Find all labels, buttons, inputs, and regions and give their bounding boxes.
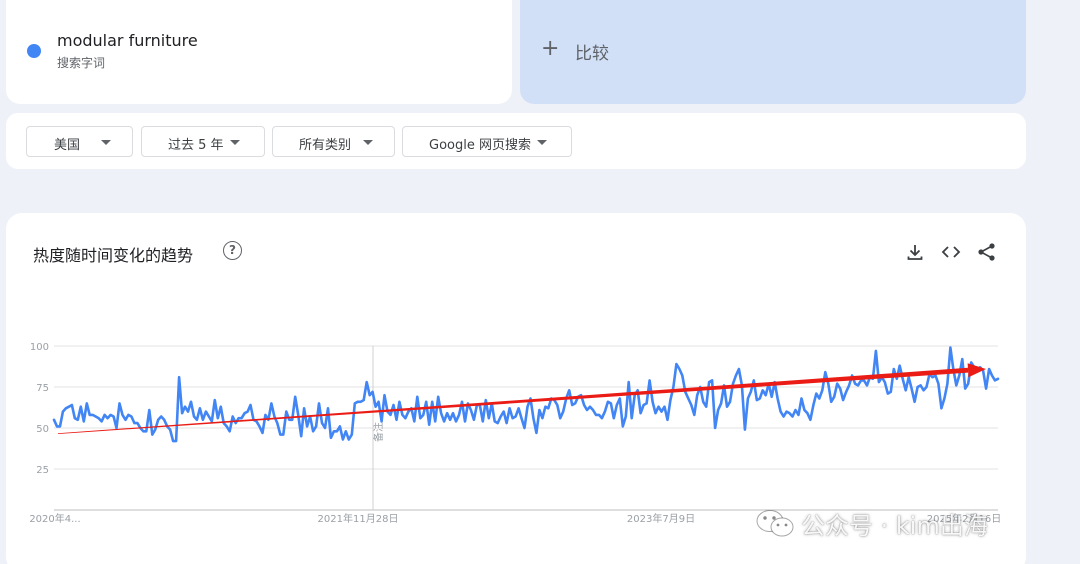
chart-grid: [54, 345, 998, 511]
series-line: [52, 346, 1000, 443]
x-tick-label: 2020年4...: [29, 512, 80, 525]
y-tick-label: 100: [30, 342, 49, 353]
y-tick-label: 50: [36, 424, 49, 435]
watermark: 公众号 · kim出海: [755, 503, 988, 543]
y-axis-ticks: 100 75 50 25: [30, 342, 49, 476]
watermark-text: 公众号 · kim出海: [801, 511, 988, 540]
y-tick-label: 25: [36, 465, 49, 476]
series-lines: [52, 346, 1000, 443]
x-tick-label: 2023年7月9日: [627, 512, 695, 525]
x-tick-label: 2021年11月28日: [318, 512, 399, 525]
trend-chart: 100 75 50 25 2020年4... 2021年11月28日 2023年7月9日 2…: [29, 342, 1001, 525]
trend-overlay: 备注: [58, 363, 986, 442]
wechat-logo-icon: [756, 510, 794, 537]
y-tick-label: 75: [36, 383, 49, 394]
note-annotation: 备注: [372, 422, 385, 442]
